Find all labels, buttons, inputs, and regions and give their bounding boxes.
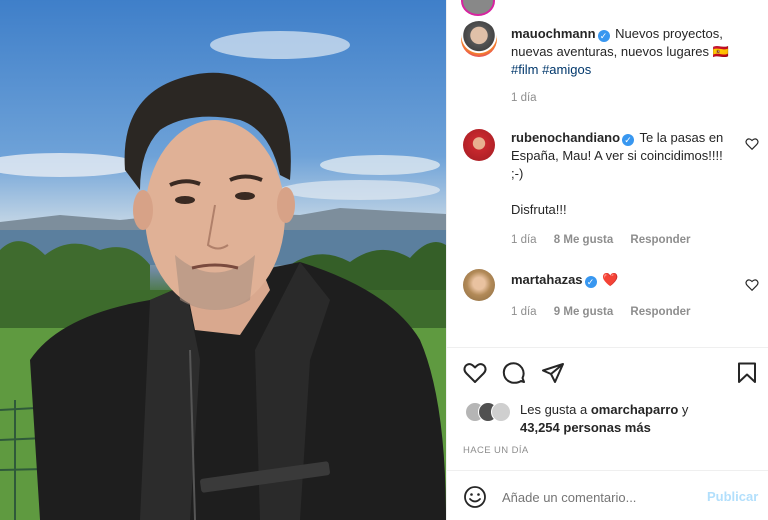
hashtag-amigos[interactable]: #amigos xyxy=(542,62,591,77)
author-avatar[interactable] xyxy=(461,21,497,57)
comment-username-2[interactable]: martahazas xyxy=(511,272,583,287)
comment-time-1[interactable]: 1 día xyxy=(511,234,537,246)
comment-likes-2[interactable]: 9 Me gusta xyxy=(554,306,613,318)
post-timestamp[interactable]: HACE UN DÍA xyxy=(463,445,529,456)
comment-meta-2: 1 día 9 Me gusta Responder xyxy=(511,306,705,318)
likes-user[interactable]: omarchaparro xyxy=(591,402,678,417)
reply-button-1[interactable]: Responder xyxy=(630,234,690,246)
composer-divider xyxy=(447,470,768,471)
verified-badge-icon: ✓ xyxy=(597,30,610,42)
comment-avatar-martahazas[interactable] xyxy=(463,269,495,301)
comment-meta-1: 1 día 8 Me gusta Responder xyxy=(511,234,705,246)
post-photo[interactable] xyxy=(0,0,446,520)
comment-body-2: martahazas ✓ ❤️ xyxy=(511,271,731,289)
post-details-panel: mauochmann ✓ Nuevos proyectos, nuevas ave… xyxy=(446,0,768,520)
comment-time-2[interactable]: 1 día xyxy=(511,306,537,318)
post-caption: mauochmann ✓ Nuevos proyectos, nuevas ave… xyxy=(511,25,761,79)
comment-likes-1[interactable]: 8 Me gusta xyxy=(554,234,613,246)
likes-conj: y xyxy=(681,402,689,417)
liker-avatar-3 xyxy=(491,402,511,422)
comment-input[interactable] xyxy=(502,487,692,507)
bookmark-icon[interactable] xyxy=(735,361,759,385)
emoji-icon[interactable] xyxy=(463,485,487,509)
likes-prefix: Les gusta a xyxy=(520,402,588,417)
likes-count[interactable]: 43,254 personas más xyxy=(520,420,651,435)
comment-like-heart-icon-2[interactable] xyxy=(745,278,759,292)
photo-illustration xyxy=(0,31,446,520)
flag-emoji: 🇪🇸 xyxy=(712,44,729,59)
comment-like-heart-icon-1[interactable] xyxy=(745,137,759,151)
likes-summary: Les gusta a omarchaparro y 43,254 person… xyxy=(520,401,760,437)
heart-icon[interactable] xyxy=(463,361,487,385)
reply-button-2[interactable]: Responder xyxy=(630,306,690,318)
verified-badge-icon: ✓ xyxy=(622,134,635,146)
caption-meta: 1 día xyxy=(511,92,551,104)
comment-text-2: ❤️ xyxy=(602,272,619,287)
verified-badge-icon: ✓ xyxy=(584,276,597,288)
comment-avatar-rubenochandiano[interactable] xyxy=(463,129,495,161)
comment-body-1: rubenochandiano ✓ Te la pasas en España, … xyxy=(511,129,731,219)
share-icon[interactable] xyxy=(541,361,565,385)
comment-text-1b: Disfruta!!! xyxy=(511,202,567,217)
comment-icon[interactable] xyxy=(502,361,526,385)
header-avatar[interactable] xyxy=(461,0,495,16)
author-username[interactable]: mauochmann xyxy=(511,26,596,41)
caption-time[interactable]: 1 día xyxy=(511,92,537,104)
comment-username-1[interactable]: rubenochandiano xyxy=(511,130,620,145)
publish-button[interactable]: Publicar xyxy=(707,489,758,504)
hashtag-film[interactable]: #film xyxy=(511,62,538,77)
actions-divider xyxy=(447,347,768,348)
